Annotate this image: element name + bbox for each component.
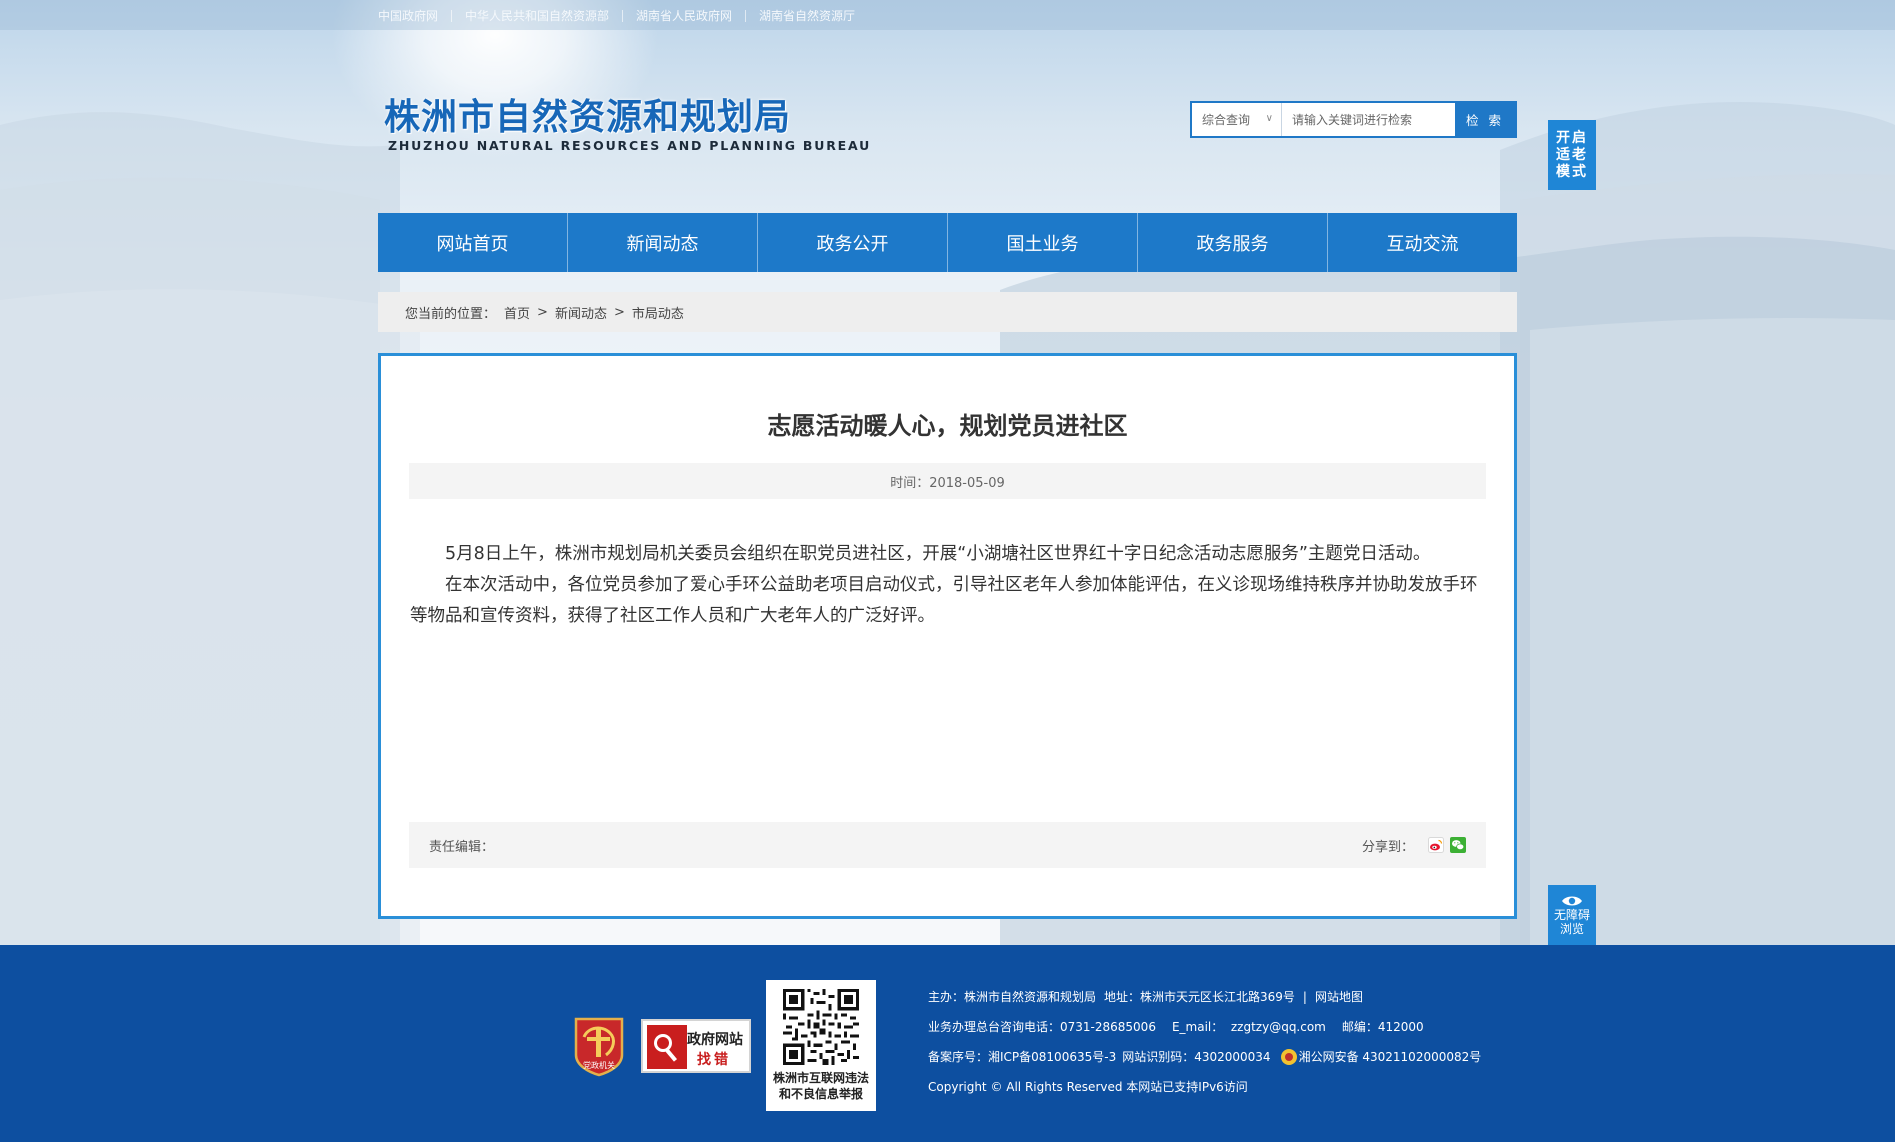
breadcrumb-item-news[interactable]: 新闻动态	[555, 303, 607, 322]
main-nav: 网站首页 新闻动态 政务公开 国土业务 政务服务 互动交流	[378, 213, 1517, 272]
footer-separator: |	[1302, 990, 1307, 1004]
breadcrumb-separator: >	[613, 304, 625, 320]
article-meta: 时间：2018-05-09	[409, 463, 1486, 499]
error-badge-label-1: 政府网站	[687, 1032, 743, 1048]
qr-caption-line-2: 和不良信息举报	[778, 1087, 863, 1101]
breadcrumb-item-home[interactable]: 首页	[504, 303, 530, 322]
accessibility-button[interactable]: 无障碍 浏览	[1548, 885, 1596, 945]
article-title: 志愿活动暖人心，规划党员进社区	[767, 412, 1128, 440]
error-badge-label-2: 找错	[697, 1052, 731, 1068]
footer-row-copyright: Copyright © All Rights Reserved 本网站已支持IP…	[928, 1072, 1481, 1102]
top-link-gov[interactable]: 中国政府网	[378, 7, 438, 24]
party-badge-label: 党政机关	[583, 1060, 615, 1070]
elder-mode-label-2: 适老	[1556, 146, 1588, 163]
wechat-icon[interactable]	[1450, 837, 1466, 853]
footer-zip: 邮编：412000	[1341, 1020, 1424, 1034]
qr-caption-line-1: 株洲市互联网违法	[772, 1071, 869, 1085]
footer-police-record[interactable]: 湘公网安备 43021102000082号	[1299, 1042, 1482, 1072]
search-bar: 综合查询 ∨ 检 索	[1190, 101, 1517, 138]
elder-mode-button[interactable]: 开启 适老 模式	[1548, 120, 1596, 190]
accessibility-label-2: 浏览	[1559, 922, 1584, 936]
share-label: 分享到：	[1361, 839, 1414, 855]
weibo-icon[interactable]	[1428, 837, 1444, 853]
police-badge-icon	[1280, 1049, 1297, 1065]
footer-icp[interactable]: 备案序号：湘ICP备08100635号-3	[928, 1042, 1116, 1072]
footer-phone: 业务办理总台咨询电话：0731-28685006	[928, 1020, 1156, 1034]
qr-caption: 株洲市互联网违法 和不良信息举报	[766, 1070, 876, 1102]
footer-row-record: 备案序号：湘ICP备08100635号-3 网站识别码：4302000034 湘…	[928, 1042, 1481, 1072]
search-input[interactable]	[1282, 103, 1455, 136]
site-logo-cn[interactable]: 株洲市自然资源和规划局	[384, 88, 791, 140]
top-link-mnr[interactable]: 中华人民共和国自然资源部	[465, 7, 609, 24]
nav-item-gov-affairs[interactable]: 政务公开	[758, 213, 948, 272]
accessibility-label-1: 无障碍	[1553, 908, 1590, 922]
search-scope-select[interactable]: 综合查询 ∨	[1192, 103, 1282, 136]
nav-item-gov-services[interactable]: 政务服务	[1138, 213, 1328, 272]
top-link-divider	[745, 9, 747, 22]
nav-item-land-business[interactable]: 国土业务	[948, 213, 1138, 272]
eye-icon	[1562, 896, 1582, 906]
footer-row-host: 主办：株洲市自然资源和规划局 地址：株洲市天元区长江北路369号 | 网站地图	[928, 982, 1481, 1012]
breadcrumb-label: 您当前的位置：	[405, 306, 497, 322]
share-bar: 分享到：	[1362, 836, 1466, 855]
footer-row-contact: 业务办理总台咨询电话：0731-28685006 E_mail： zzgtzy@…	[928, 1012, 1481, 1042]
article-paragraph: 5月8日上午，株洲市规划局机关委员会组织在职党员进社区，开展“小湖塘社区世界红十…	[445, 544, 1431, 564]
article-editor: 责任编辑：	[429, 839, 495, 855]
breadcrumb-item-city-news[interactable]: 市局动态	[632, 303, 684, 322]
top-link-hunan-nr[interactable]: 湖南省自然资源厅	[759, 7, 855, 24]
footer-email: E_mail： zzgtzy@qq.com	[1171, 1020, 1326, 1034]
top-link-divider	[622, 9, 624, 22]
report-qr-box[interactable]: 株洲市互联网违法 和不良信息举报	[766, 980, 876, 1111]
breadcrumb: 您当前的位置： 首页 > 新闻动态 > 市局动态	[378, 292, 1517, 332]
gov-site-error-badge[interactable]: 政府网站 找错	[641, 1019, 751, 1073]
nav-item-home[interactable]: 网站首页	[378, 213, 568, 272]
chevron-down-icon: ∨	[1265, 113, 1273, 124]
footer-copyright: Copyright © All Rights Reserved 本网站已支持IP…	[928, 1080, 1248, 1094]
article-footer: 责任编辑： 分享到：	[409, 822, 1486, 868]
article-paragraph: 在本次活动中，各位党员参加了爱心手环公益助老项目启动仪式，引导社区老年人参加体能…	[410, 575, 1478, 626]
top-links-bar: 中国政府网 中华人民共和国自然资源部 湖南省人民政府网 湖南省自然资源厅	[0, 0, 1895, 30]
breadcrumb-separator: >	[537, 304, 548, 320]
nav-item-interaction[interactable]: 互动交流	[1328, 213, 1517, 272]
search-button[interactable]: 检 索	[1455, 103, 1515, 136]
footer-sitemap-link[interactable]: 网站地图	[1315, 982, 1363, 1012]
footer-host: 主办：株洲市自然资源和规划局	[928, 990, 1097, 1004]
top-link-divider	[451, 9, 453, 22]
footer-info: 主办：株洲市自然资源和规划局 地址：株洲市天元区长江北路369号 | 网站地图 …	[928, 982, 1481, 1102]
footer-site-id: 网站识别码：4302000034	[1122, 1050, 1271, 1064]
search-scope-value: 综合查询	[1202, 113, 1251, 127]
article-container: 志愿活动暖人心，规划党员进社区 时间：2018-05-09 5月8日上午，株洲市…	[378, 353, 1517, 919]
elder-mode-label-3: 模式	[1556, 163, 1588, 180]
elder-mode-label-1: 开启	[1556, 129, 1588, 146]
party-organ-badge[interactable]: 党政机关	[572, 1015, 626, 1081]
footer-address: 地址：株洲市天元区长江北路369号	[1104, 990, 1295, 1004]
site-logo-en: ZHUZHOU NATURAL RESOURCES AND PLANNING B…	[388, 138, 872, 153]
qr-code-icon	[783, 989, 859, 1065]
top-link-hunan-gov[interactable]: 湖南省人民政府网	[636, 7, 732, 24]
article-body: 5月8日上午，株洲市规划局机关委员会组织在职党员进社区，开展“小湖塘社区世界红十…	[410, 539, 1487, 632]
article-time: 时间：2018-05-09	[890, 475, 1005, 491]
nav-item-news[interactable]: 新闻动态	[568, 213, 758, 272]
